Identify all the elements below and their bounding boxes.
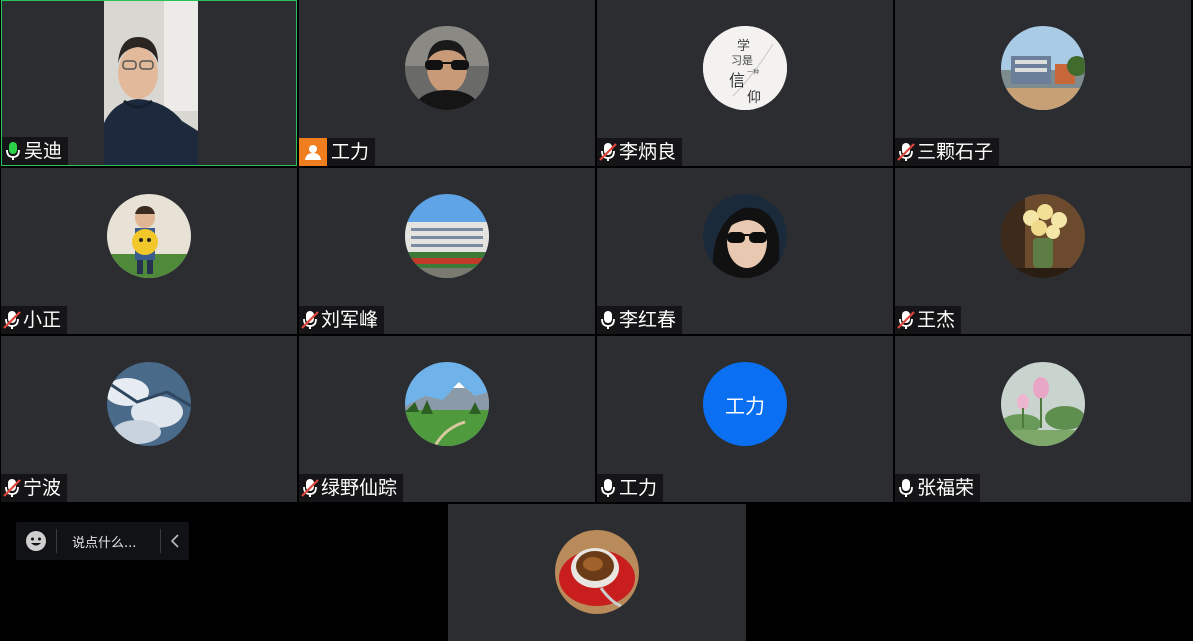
avatar-initials: 工力 <box>725 393 765 418</box>
microphone-muted-icon <box>3 478 21 498</box>
participant-avatar <box>1001 26 1085 110</box>
participant-tile[interactable]: 工力 <box>299 0 595 166</box>
participant-name: 吴迪 <box>24 140 63 162</box>
participant-avatar <box>405 26 489 110</box>
chat-bar: 说点什么... <box>16 522 189 560</box>
participant-name: 工力 <box>331 141 370 163</box>
calligraphy-char: 信 <box>729 71 745 90</box>
participant-tile[interactable]: 工力 工力 <box>597 336 893 502</box>
microphone-icon <box>599 478 617 498</box>
participant-nametag: 刘军峰 <box>299 306 385 334</box>
collapse-chevron-icon[interactable] <box>161 534 189 548</box>
participant-nametag: 小正 <box>1 306 68 334</box>
participant-avatar <box>405 194 489 278</box>
participant-nametag: 宁波 <box>1 474 68 502</box>
participant-tile[interactable]: 宁波 <box>1 336 297 502</box>
participant-tile[interactable]: 吴迪 <box>1 0 297 166</box>
microphone-muted-icon <box>3 310 21 330</box>
calligraphy-char: 习是 <box>731 54 753 67</box>
participant-tile[interactable]: 小正 <box>1 168 297 334</box>
microphone-muted-icon <box>897 142 915 162</box>
microphone-icon <box>897 478 915 498</box>
participant-avatar: 学 习是 一种 信 仰 <box>703 26 787 110</box>
participant-nametag: 张福荣 <box>895 474 981 502</box>
participant-tile[interactable]: 学 习是 一种 信 仰 李炳良 <box>597 0 893 166</box>
participant-avatar <box>1001 194 1085 278</box>
participant-nametag: 吴迪 <box>2 137 69 165</box>
participant-name: 小正 <box>23 309 62 331</box>
participant-name: 张福荣 <box>917 477 975 499</box>
participant-tile[interactable]: 绿野仙踪 <box>299 336 595 502</box>
participant-name: 刘军峰 <box>321 309 379 331</box>
participant-nametag: 工力 <box>299 138 376 166</box>
host-badge-icon <box>299 138 327 166</box>
participant-tile[interactable]: 三颗石子 <box>895 0 1191 166</box>
participant-name: 李红春 <box>619 309 677 331</box>
participant-nametag: 工力 <box>597 474 664 502</box>
calligraphy-char: 一种 <box>747 68 759 76</box>
emoji-icon[interactable] <box>16 530 56 552</box>
participant-tile[interactable]: 王杰 <box>895 168 1191 334</box>
participant-nametag: 绿野仙踪 <box>299 474 404 502</box>
participant-tile[interactable]: 刘军峰 <box>299 168 595 334</box>
participant-tile[interactable] <box>448 504 746 641</box>
participant-nametag: 李红春 <box>597 306 683 334</box>
participant-name: 王杰 <box>917 309 956 331</box>
microphone-muted-icon <box>897 310 915 330</box>
participant-nametag: 李炳良 <box>597 138 683 166</box>
participant-avatar-initials: 工力 <box>703 362 787 446</box>
calligraphy-char: 仰 <box>747 90 761 106</box>
participant-name: 三颗石子 <box>917 141 994 163</box>
participant-name: 宁波 <box>23 477 62 499</box>
participant-name: 李炳良 <box>619 141 677 163</box>
participant-name: 绿野仙踪 <box>321 477 398 499</box>
participant-tile[interactable]: 张福荣 <box>895 336 1191 502</box>
microphone-muted-icon <box>301 310 319 330</box>
participant-nametag: 三颗石子 <box>895 138 1000 166</box>
participant-avatar <box>405 362 489 446</box>
participant-avatar <box>555 530 639 614</box>
microphone-icon <box>599 310 617 330</box>
participant-nametag: 王杰 <box>895 306 962 334</box>
participant-tile[interactable]: 李红春 <box>597 168 893 334</box>
calligraphy-char: 学 <box>737 38 750 54</box>
participant-avatar <box>107 194 191 278</box>
microphone-active-icon <box>4 141 22 161</box>
participant-avatar <box>107 362 191 446</box>
participant-avatar <box>703 194 787 278</box>
participant-avatar <box>1001 362 1085 446</box>
chat-input[interactable]: 说点什么... <box>57 532 160 551</box>
microphone-muted-icon <box>599 142 617 162</box>
participant-name: 工力 <box>619 477 658 499</box>
microphone-muted-icon <box>301 478 319 498</box>
participant-video <box>104 1 198 165</box>
